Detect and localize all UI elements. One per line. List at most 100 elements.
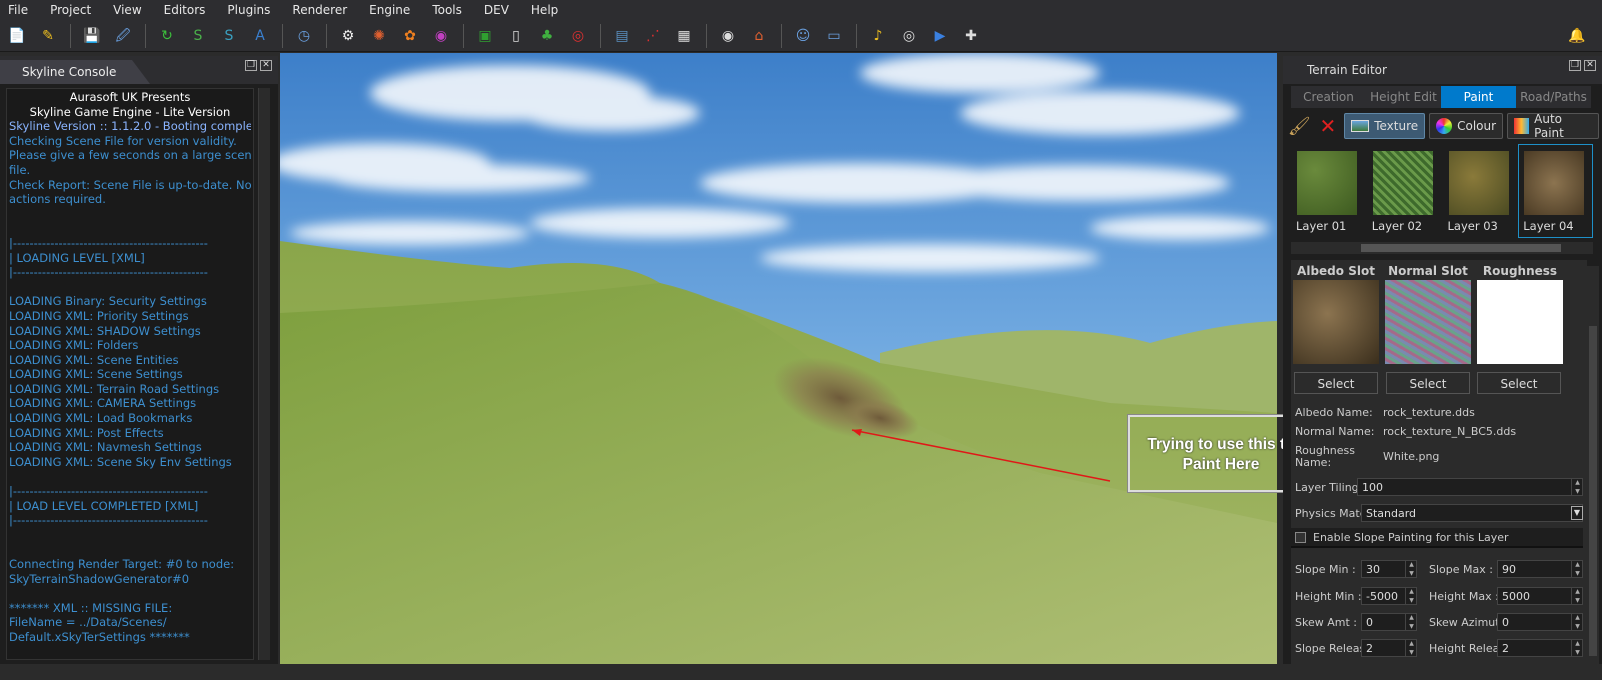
refresh-icon[interactable]: ↻ bbox=[156, 25, 178, 47]
layer-03[interactable]: Layer 03 bbox=[1443, 144, 1518, 238]
erase-x-icon[interactable]: ✕ bbox=[1316, 113, 1341, 139]
menu-item-editors[interactable]: Editors bbox=[164, 3, 206, 17]
normal-select-button[interactable]: Select bbox=[1386, 372, 1470, 394]
script-a-icon[interactable]: A bbox=[249, 25, 271, 47]
toolbar-separator bbox=[282, 23, 283, 48]
slope-painting-bar: Enable Slope Painting for this Layer bbox=[1291, 528, 1583, 548]
script-s-icon[interactable]: S bbox=[218, 25, 240, 47]
color-wheel-icon[interactable]: ◉ bbox=[430, 25, 452, 47]
eye-icon[interactable]: ◉ bbox=[717, 25, 739, 47]
layer-03-thumbnail bbox=[1448, 151, 1509, 215]
height-max-spinner[interactable]: ▲ ▼ bbox=[1571, 587, 1583, 605]
console-line: LOADING XML: Load Bookmarks bbox=[9, 411, 193, 426]
gamepad-icon[interactable]: ✚ bbox=[960, 25, 982, 47]
brush-icon[interactable]: 🖌 bbox=[1287, 113, 1312, 139]
auto-paint-button[interactable]: Auto Paint bbox=[1507, 112, 1599, 140]
layer-scrollbar[interactable] bbox=[1291, 242, 1593, 254]
console-tab[interactable]: Skyline Console bbox=[0, 60, 150, 84]
paper-icon[interactable]: ▯ bbox=[505, 25, 527, 47]
open-icon[interactable]: ✎ bbox=[37, 25, 59, 47]
roughness-select-button[interactable]: Select bbox=[1477, 372, 1561, 394]
layer-02[interactable]: Layer 02 bbox=[1367, 144, 1442, 238]
bell-icon[interactable]: 🔔 bbox=[1566, 25, 1588, 47]
slope-painting-checkbox[interactable] bbox=[1295, 532, 1306, 543]
texture-mode-button[interactable]: Texture bbox=[1344, 113, 1426, 139]
layers-icon[interactable]: ▣ bbox=[474, 25, 496, 47]
console-line: |---------------------------------------… bbox=[9, 513, 208, 528]
albedo-name-value: rock_texture.dds bbox=[1383, 406, 1475, 419]
height-release-spinner[interactable]: ▲ ▼ bbox=[1571, 639, 1583, 657]
toolbar-separator bbox=[781, 23, 782, 48]
menu-item-file[interactable]: File bbox=[8, 3, 28, 17]
save-icon[interactable]: 💾 bbox=[81, 25, 103, 47]
scene-viewport[interactable] bbox=[280, 53, 1277, 664]
tab-road-paths[interactable]: Road/Paths bbox=[1516, 86, 1591, 108]
console-scrollbar[interactable] bbox=[258, 88, 270, 660]
physics-material-select[interactable]: Standard bbox=[1361, 504, 1583, 522]
tree-icon[interactable]: ♣ bbox=[536, 25, 558, 47]
layer-04[interactable]: Layer 04 bbox=[1518, 144, 1593, 238]
roughness-slot-image[interactable] bbox=[1477, 280, 1563, 364]
tab-creation[interactable]: Creation bbox=[1291, 86, 1366, 108]
tab-paint[interactable]: Paint bbox=[1441, 86, 1516, 108]
clock-icon[interactable]: ◷ bbox=[293, 25, 315, 47]
terrain-editor-scrollbar[interactable] bbox=[1587, 266, 1599, 664]
float-icon[interactable]: ❐ bbox=[1569, 60, 1581, 71]
color-wheel-icon bbox=[1436, 118, 1453, 134]
save-as-icon[interactable]: 🖉 bbox=[112, 25, 134, 47]
menu-item-renderer[interactable]: Renderer bbox=[292, 3, 347, 17]
slope-min-spinner[interactable]: ▲ ▼ bbox=[1405, 560, 1417, 578]
albedo-select-button[interactable]: Select bbox=[1294, 372, 1378, 394]
slope-max-spinner[interactable]: ▲ ▼ bbox=[1571, 560, 1583, 578]
play-icon[interactable]: ▶ bbox=[929, 25, 951, 47]
users-icon[interactable]: ☺ bbox=[792, 25, 814, 47]
path-icon[interactable]: ⋰ bbox=[642, 25, 664, 47]
new-file-icon[interactable]: 📄 bbox=[6, 25, 28, 47]
target-icon[interactable]: ◎ bbox=[567, 25, 589, 47]
terrain-editor-title: Terrain Editor bbox=[1307, 63, 1387, 77]
normal-slot-image[interactable] bbox=[1385, 280, 1471, 364]
close-icon[interactable]: ✕ bbox=[1584, 60, 1596, 71]
layer-01[interactable]: Layer 01 bbox=[1291, 144, 1366, 238]
colour-mode-button[interactable]: Colour bbox=[1429, 113, 1504, 139]
building-icon[interactable]: ▦ bbox=[673, 25, 695, 47]
console-line: Aurasoft UK Presents bbox=[69, 90, 191, 104]
close-icon[interactable]: ✕ bbox=[260, 60, 272, 71]
menu-item-help[interactable]: Help bbox=[531, 3, 558, 17]
chevron-down-icon[interactable]: ▼ bbox=[1571, 506, 1583, 520]
menu-item-plugins[interactable]: Plugins bbox=[227, 3, 270, 17]
house-icon[interactable]: ⌂ bbox=[748, 25, 770, 47]
particles-icon[interactable]: ✺ bbox=[368, 25, 390, 47]
slope-release-spinner[interactable]: ▲ ▼ bbox=[1405, 639, 1417, 657]
console-line: ******* XML :: MISSING FILE: bbox=[9, 600, 173, 615]
script-icon[interactable]: S bbox=[187, 25, 209, 47]
toolbar-separator bbox=[600, 23, 601, 48]
float-icon[interactable]: ❐ bbox=[245, 60, 257, 71]
albedo-slot-image[interactable] bbox=[1293, 280, 1379, 364]
layer-label: Layer 03 bbox=[1447, 219, 1498, 233]
gear-icon[interactable]: ⚙ bbox=[337, 25, 359, 47]
skew-amt-spinner[interactable]: ▲ ▼ bbox=[1405, 613, 1417, 631]
tiling-spinner[interactable]: ▲ ▼ bbox=[1571, 478, 1583, 496]
skew-azimuth-spinner[interactable]: ▲ ▼ bbox=[1571, 613, 1583, 631]
menu-item-project[interactable]: Project bbox=[50, 3, 91, 17]
layer-tiling-label: Layer Tiling bbox=[1295, 481, 1359, 494]
layer-tiling-input[interactable]: 100 bbox=[1357, 478, 1583, 496]
skyline-console-panel: Skyline Console ❐ ✕ Aurasoft UK Presents… bbox=[0, 56, 278, 664]
film-icon[interactable]: ◎ bbox=[898, 25, 920, 47]
flower-icon[interactable]: ✿ bbox=[399, 25, 421, 47]
monitor-icon[interactable]: ▭ bbox=[823, 25, 845, 47]
menu-item-tools[interactable]: Tools bbox=[432, 3, 462, 17]
console-line: Connecting Render Target: #0 to node: bbox=[9, 557, 235, 571]
menu-item-engine[interactable]: Engine bbox=[369, 3, 410, 17]
image-icon[interactable]: ▤ bbox=[611, 25, 633, 47]
normal-name-label: Normal Name: bbox=[1295, 425, 1375, 438]
toolbar-separator bbox=[145, 23, 146, 48]
menu-item-view[interactable]: View bbox=[113, 3, 141, 17]
tab-height-edit[interactable]: Height Edit bbox=[1366, 86, 1441, 108]
height-min-spinner[interactable]: ▲ ▼ bbox=[1405, 587, 1417, 605]
menu-item-dev[interactable]: DEV bbox=[484, 3, 509, 17]
console-line: LOADING XML: Terrain Road Settings bbox=[9, 381, 220, 396]
speaker-icon[interactable]: ♪ bbox=[867, 25, 889, 47]
